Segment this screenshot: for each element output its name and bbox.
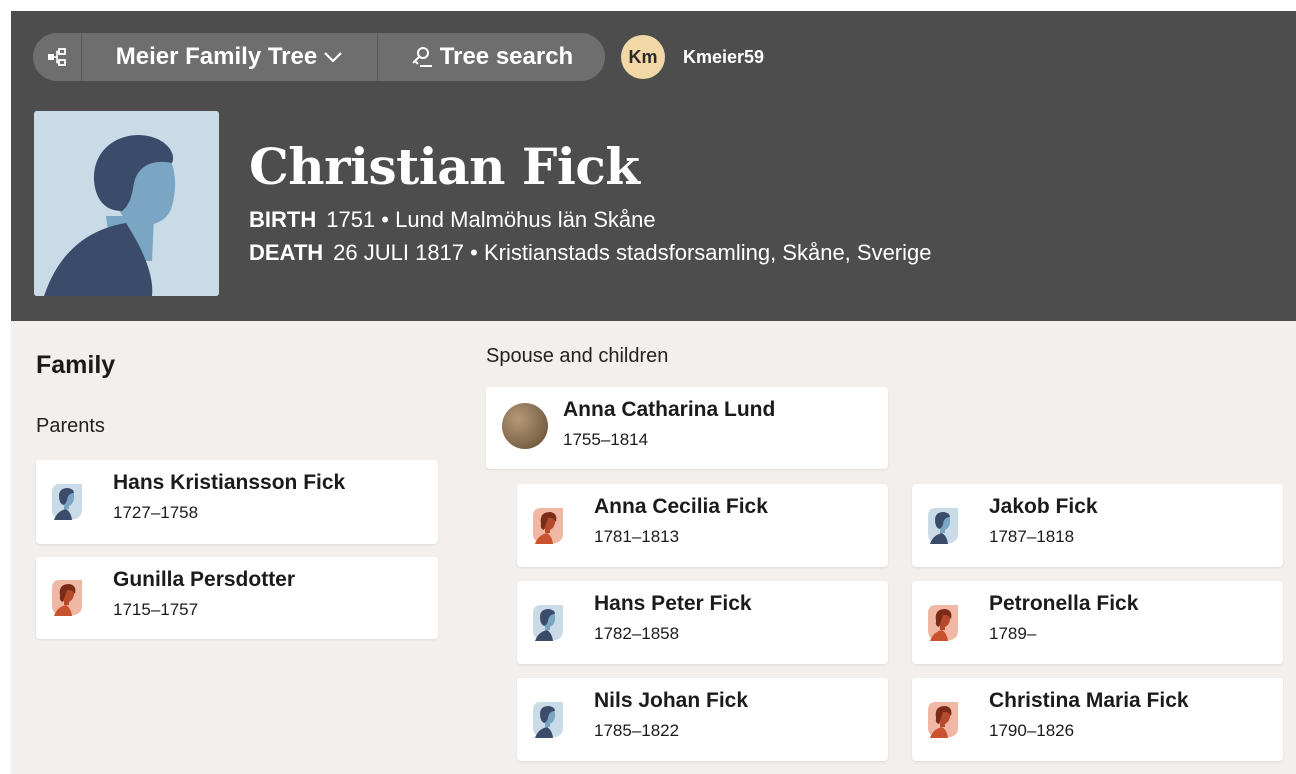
death-label: DEATH <box>249 240 324 265</box>
death-fact: DEATH 26 JULI 1817 • Kristianstads stadsf… <box>249 240 932 266</box>
child-card[interactable]: Christina Maria Fick 1790–1826 <box>912 678 1283 761</box>
child-card[interactable]: Petronella Fick 1789– <box>912 581 1283 664</box>
child-card[interactable]: Jakob Fick 1787–1818 <box>912 484 1283 567</box>
person-card-dates: 1789– <box>989 624 1037 643</box>
person-card-name: Jakob Fick <box>989 495 1098 518</box>
person-card-name: Hans Kristiansson Fick <box>113 471 346 494</box>
person-card-dates: 1790–1826 <box>989 721 1075 740</box>
death-value: 26 JULI 1817 • Kristianstads stadsforsam… <box>333 240 932 265</box>
person-card-dates: 1785–1822 <box>594 721 680 740</box>
username[interactable]: Kmeier59 <box>683 47 764 68</box>
person-card-dates: 1727–1758 <box>113 503 199 522</box>
child-card[interactable]: Nils Johan Fick 1785–1822 <box>517 678 888 761</box>
female-avatar-icon <box>50 578 84 618</box>
tree-selector-dropdown[interactable]: Meier Family Tree <box>81 33 377 81</box>
person-search-icon <box>412 47 432 67</box>
birth-value: 1751 • Lund Malmöhus län Skåne <box>326 207 656 232</box>
tree-search-label: Tree search <box>439 43 574 70</box>
female-avatar-icon <box>926 603 960 643</box>
male-avatar-icon <box>50 482 84 522</box>
user-avatar[interactable]: Km <box>621 35 665 79</box>
male-avatar-icon <box>531 700 565 740</box>
person-card-name: Hans Peter Fick <box>594 592 752 615</box>
profile-portrait-placeholder[interactable] <box>34 111 219 296</box>
spouse-photo <box>502 403 548 449</box>
person-name: Christian Fick <box>249 137 640 196</box>
person-card-dates: 1755–1814 <box>563 430 649 449</box>
tree-view-icon <box>48 48 66 66</box>
person-card-dates: 1782–1858 <box>594 624 680 643</box>
person-card-name: Petronella Fick <box>989 592 1139 615</box>
parent-card-father[interactable]: Hans Kristiansson Fick 1727–1758 <box>36 460 438 544</box>
person-card-dates: 1787–1818 <box>989 527 1075 546</box>
spouse-children-label: Spouse and children <box>486 345 669 367</box>
tree-nav: Meier Family Tree Tree search <box>33 33 605 81</box>
person-header: Meier Family Tree Tree search Km Kmeier5… <box>11 11 1296 321</box>
child-card[interactable]: Hans Peter Fick 1782–1858 <box>517 581 888 664</box>
tree-view-button[interactable] <box>33 33 81 81</box>
male-silhouette-icon <box>34 111 219 296</box>
person-card-dates: 1715–1757 <box>113 600 199 619</box>
user-menu[interactable]: Km Kmeier59 <box>621 33 764 81</box>
parents-label: Parents <box>36 415 105 437</box>
person-card-dates: 1781–1813 <box>594 527 680 546</box>
spouse-card[interactable]: Anna Catharina Lund 1755–1814 <box>486 387 888 469</box>
family-section-title: Family <box>36 351 116 379</box>
person-card-name: Anna Catharina Lund <box>563 398 776 421</box>
birth-fact: BIRTH 1751 • Lund Malmöhus län Skåne <box>249 207 656 233</box>
birth-label: BIRTH <box>249 207 317 232</box>
parent-card-mother[interactable]: Gunilla Persdotter 1715–1757 <box>36 557 438 639</box>
person-card-name: Christina Maria Fick <box>989 689 1189 712</box>
page: Meier Family Tree Tree search Km Kmeier5… <box>11 11 1296 774</box>
tree-search-button[interactable]: Tree search <box>377 33 605 81</box>
person-card-name: Nils Johan Fick <box>594 689 749 712</box>
male-avatar-icon <box>926 506 960 546</box>
child-card[interactable]: Anna Cecilia Fick 1781–1813 <box>517 484 888 567</box>
tree-name: Meier Family Tree <box>115 43 318 70</box>
person-card-name: Anna Cecilia Fick <box>594 495 768 518</box>
female-avatar-icon <box>531 506 565 546</box>
chevron-down-icon <box>324 52 342 63</box>
male-avatar-icon <box>531 603 565 643</box>
female-avatar-icon <box>926 700 960 740</box>
person-card-name: Gunilla Persdotter <box>113 568 296 591</box>
